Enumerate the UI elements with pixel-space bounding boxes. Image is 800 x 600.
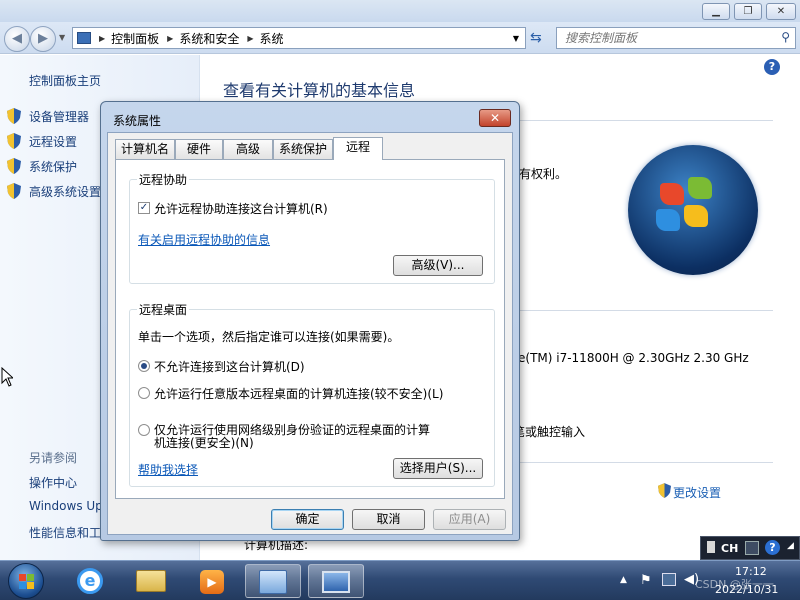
taskbar: e ▶ ▲ ⚑ ◀) CSDN @张一一 17:12 2022/10/31 <box>0 560 800 600</box>
language-bar-options-icon[interactable]: ◢ <box>787 541 794 551</box>
ime-options-icon[interactable] <box>745 541 759 555</box>
control-panel-icon[interactable] <box>245 564 301 598</box>
search-icon[interactable]: ⚲ <box>781 30 790 44</box>
allow-remote-assistance-label[interactable]: 允许远程协助连接这台计算机(R) <box>154 200 328 217</box>
network-icon[interactable] <box>662 573 676 586</box>
back-button[interactable]: ◀ <box>4 26 30 52</box>
recent-pages-chevron-icon[interactable]: ▼ <box>59 33 65 42</box>
remote-desktop-label: 远程桌面 <box>137 301 190 318</box>
sidebar-item-remote-settings[interactable]: 远程设置 <box>29 133 77 150</box>
remote-desktop-group: 远程桌面 单击一个选项，然后指定谁可以连接(如果需要)。 不允许连接到这台计算机… <box>129 301 495 487</box>
processor-info: e(TM) i7-11800H @ 2.30GHz 2.30 GHz <box>518 351 749 365</box>
clock-time[interactable]: 17:12 <box>735 565 767 578</box>
clock-date[interactable]: 2022/10/31 <box>715 583 778 596</box>
address-dropdown-icon[interactable]: ▼ <box>513 34 519 43</box>
see-also-performance[interactable]: 性能信息和工 <box>29 524 101 541</box>
search-input[interactable] <box>565 28 765 48</box>
start-button[interactable] <box>8 563 44 599</box>
breadcrumb-control-panel[interactable]: 控制面板 <box>111 30 159 47</box>
see-also-action-center[interactable]: 操作中心 <box>29 474 77 491</box>
tab-system-protection[interactable]: 系统保护 <box>273 139 333 159</box>
navigation-bar: ◀ ▶ ▼ ▶ 控制面板 ▶ 系统和安全 ▶ 系统 ▼ ⇆ ⚲ <box>0 22 800 54</box>
breadcrumb-system[interactable]: 系统 <box>260 30 284 47</box>
sidebar-item-device-manager[interactable]: 设备管理器 <box>29 108 89 125</box>
window-title-bar: ▁ ❐ ✕ <box>0 0 800 22</box>
help-icon[interactable]: ? <box>764 59 780 75</box>
shield-icon <box>7 183 21 199</box>
radio-allow-any-version[interactable] <box>138 387 150 399</box>
search-box[interactable]: ⚲ <box>556 27 796 49</box>
breadcrumb-separator-icon[interactable]: ▶ <box>167 34 173 43</box>
advanced-button[interactable]: 高级(V)... <box>393 255 483 276</box>
shield-icon <box>7 133 21 149</box>
breadcrumb-system-security[interactable]: 系统和安全 <box>179 30 239 47</box>
tab-advanced[interactable]: 高级 <box>223 139 273 159</box>
remote-assistance-info-link[interactable]: 有关启用远程协助的信息 <box>138 231 270 248</box>
tray-expand-icon[interactable]: ▲ <box>620 575 627 585</box>
address-bar[interactable]: ▶ 控制面板 ▶ 系统和安全 ▶ 系统 ▼ <box>72 27 526 49</box>
see-also-heading: 另请参阅 <box>29 451 78 465</box>
remote-assistance-group: 远程协助 ✓ 允许远程协助连接这台计算机(R) 有关启用远程协助的信息 高级(V… <box>129 171 495 284</box>
system-properties-icon[interactable] <box>308 564 364 598</box>
language-bar: CH ? ◢ <box>700 536 800 560</box>
forward-button[interactable]: ▶ <box>30 26 56 52</box>
help-me-choose-link[interactable]: 帮助我选择 <box>138 461 198 478</box>
copyright-text: 有权利。 <box>519 167 568 181</box>
windows-explorer-icon[interactable] <box>123 564 179 598</box>
shield-icon <box>7 158 21 174</box>
action-center-flag-icon[interactable]: ⚑ <box>640 573 652 588</box>
remote-tab-panel: 远程协助 ✓ 允许远程协助连接这台计算机(R) 有关启用远程协助的信息 高级(V… <box>115 159 505 499</box>
control-panel-home-link[interactable]: 控制面板主页 <box>29 72 101 89</box>
pen-touch-info: 笔或触控输入 <box>513 425 586 439</box>
see-also-windows-update[interactable]: Windows Up <box>29 499 103 513</box>
sidebar-item-advanced-settings[interactable]: 高级系统设置 <box>29 183 101 200</box>
maximize-button[interactable]: ❐ <box>734 3 762 20</box>
internet-explorer-icon[interactable]: e <box>62 564 118 598</box>
media-player-icon[interactable]: ▶ <box>184 564 240 598</box>
dialog-body: 计算机名 硬件 高级 系统保护 远程 远程协助 ✓ 允许远程协助连接这台计算机(… <box>107 132 513 535</box>
tab-hardware[interactable]: 硬件 <box>175 139 223 159</box>
system-properties-dialog: 系统属性 ✕ 计算机名 硬件 高级 系统保护 远程 远程协助 ✓ 允许远程协助连… <box>100 101 520 541</box>
radio-disallow-label[interactable]: 不允许连接到这台计算机(D) <box>154 358 305 375</box>
dialog-close-button[interactable]: ✕ <box>479 109 511 127</box>
remote-assistance-label: 远程协助 <box>137 171 190 188</box>
dialog-title: 系统属性 <box>113 114 162 128</box>
tab-remote[interactable]: 远程 <box>333 137 383 160</box>
page-title: 查看有关计算机的基本信息 <box>223 81 416 100</box>
apply-button[interactable]: 应用(A) <box>433 509 506 530</box>
change-settings-link[interactable]: 更改设置 <box>673 484 721 501</box>
windows-logo <box>628 145 758 275</box>
system-tray: ▲ ⚑ ◀) CSDN @张一一 17:12 2022/10/31 <box>600 561 800 600</box>
close-window-button[interactable]: ✕ <box>766 3 796 20</box>
tab-computer-name[interactable]: 计算机名 <box>115 139 175 159</box>
remote-desktop-instruction: 单击一个选项，然后指定谁可以连接(如果需要)。 <box>138 330 400 344</box>
language-label[interactable]: CH <box>721 542 738 555</box>
select-users-button[interactable]: 选择用户(S)... <box>393 458 483 479</box>
shield-icon <box>7 108 21 124</box>
breadcrumb-separator-icon[interactable]: ▶ <box>247 34 253 43</box>
ok-button[interactable]: 确定 <box>271 509 344 530</box>
computer-icon <box>77 32 91 44</box>
minimize-button[interactable]: ▁ <box>702 3 730 20</box>
keyboard-icon <box>707 541 715 553</box>
help-icon[interactable]: ? <box>765 540 780 555</box>
refresh-icon[interactable]: ⇆ <box>530 30 542 46</box>
mouse-pointer-icon <box>1 367 13 387</box>
radio-allow-any-label[interactable]: 允许运行任意版本远程桌面的计算机连接(较不安全)(L) <box>154 385 443 402</box>
radio-allow-nla-only[interactable] <box>138 424 150 436</box>
radio-disallow-connections[interactable] <box>138 360 150 372</box>
sidebar-item-system-protection[interactable]: 系统保护 <box>29 158 77 175</box>
breadcrumb-separator-icon[interactable]: ▶ <box>99 34 105 43</box>
cancel-button[interactable]: 取消 <box>352 509 425 530</box>
shield-icon <box>658 483 671 498</box>
allow-remote-assistance-checkbox[interactable]: ✓ <box>138 202 150 214</box>
radio-allow-nla-label-continued[interactable]: 机连接(更安全)(N) <box>154 434 254 451</box>
